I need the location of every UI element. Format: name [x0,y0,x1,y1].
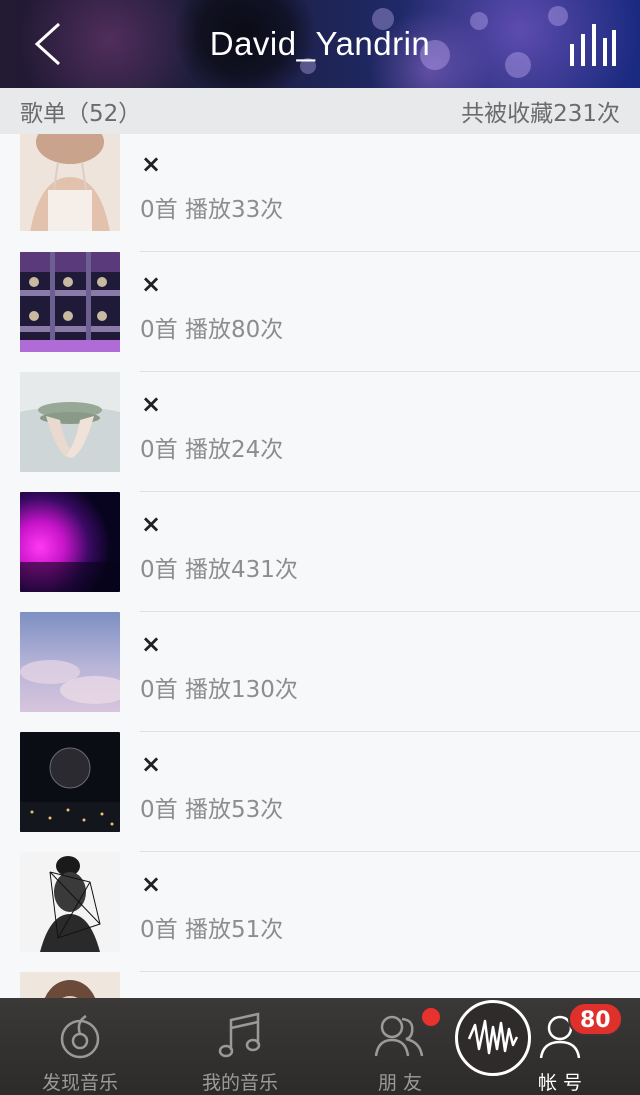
playlist-name: × [141,630,162,658]
playlist-cover [20,732,120,832]
playlist-item[interactable]: × 0首 播放431次 [0,492,640,612]
playlist-list: × 0首 播放33次 × 0首 播放80次 × 0首 播放24次 × 0首 播放… [0,134,640,998]
tab-label: 我的音乐 [201,1072,278,1094]
playlist-meta: 0首 播放130次 [140,677,298,703]
playlist-count-label: 歌单（52） [20,101,142,127]
discover-music-icon [60,1014,100,1059]
bottom-tab-bar: 发现音乐 我的音乐 朋 友 帐 号 80 [0,998,640,1095]
playlist-cover [20,972,120,998]
playlist-item[interactable]: × 0首 播放51次 [0,852,640,972]
playlist-meta: 0首 播放431次 [140,557,298,583]
cover-image [20,972,120,998]
page-title: David_Yandrin [209,25,431,62]
cover-image [20,732,120,832]
playlist-item[interactable]: × 0首 播放130次 [0,612,640,732]
tab-my-music[interactable]: 我的音乐 [180,998,300,1095]
now-playing-button[interactable] [568,20,616,68]
tab-label: 帐 号 [537,1072,583,1094]
playlist-meta: 0首 播放53次 [140,797,284,823]
tab-friends[interactable]: 朋 友 [340,998,460,1095]
cover-image [20,252,120,352]
playlist-name: × [141,270,162,298]
tab-label: 朋 友 [377,1072,423,1094]
playlist-item[interactable]: × 0首 播放33次 [0,134,640,252]
playlist-cover [20,852,120,952]
cover-image [20,372,120,472]
tab-discover-music[interactable]: 发现音乐 [20,998,140,1095]
playlist-meta: 0首 播放51次 [140,917,284,943]
playlist-meta: 0首 播放24次 [140,437,284,463]
playlist-item[interactable] [0,972,640,998]
friends-notification-dot [422,1008,440,1026]
playlist-name: × [141,150,162,178]
tab-label: 发现音乐 [41,1072,118,1094]
playlist-cover [20,372,120,472]
playlist-item[interactable]: × 0首 播放53次 [0,732,640,852]
playlist-item[interactable]: × 0首 播放24次 [0,372,640,492]
cover-image [20,612,120,712]
playlist-name: × [141,750,162,778]
now-playing-waveform-icon [467,1019,519,1055]
playlist-item[interactable]: × 0首 播放80次 [0,252,640,372]
cover-image [20,134,120,231]
playlist-cover [20,492,120,592]
playlist-meta: 0首 播放80次 [140,317,284,343]
cover-image [20,852,120,952]
playlist-meta: 0首 播放33次 [140,197,284,223]
account-notification-badge: 80 [568,1002,623,1036]
profile-header: David_Yandrin [0,0,640,88]
playlist-cover [20,612,120,712]
playlist-name: × [141,390,162,418]
playlist-cover [20,252,120,352]
playlist-cover [20,134,120,231]
playlist-section-bar: 歌单（52） 共被收藏231次 [0,88,640,134]
playlist-name: × [141,870,162,898]
music-note-icon [218,1012,261,1058]
equalizer-bars-icon [570,24,616,66]
favorited-count-label: 共被收藏231次 [461,101,620,127]
friends-icon [374,1015,424,1057]
cover-image [20,492,120,592]
playlist-name: × [141,510,162,538]
